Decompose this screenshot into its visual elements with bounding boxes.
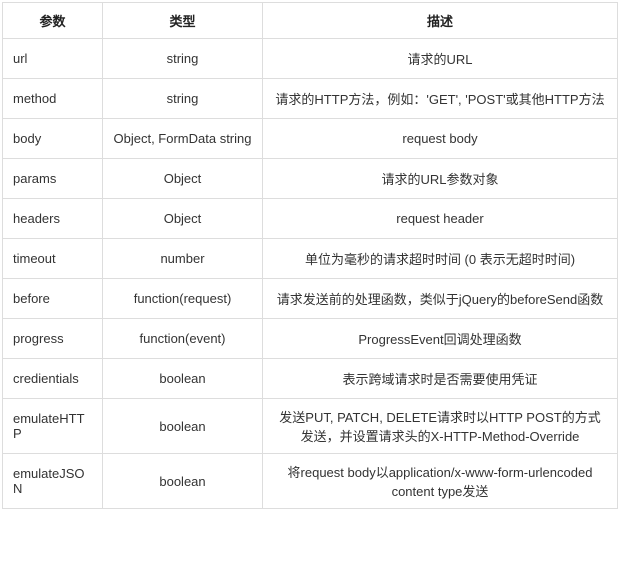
cell-desc: 请求发送前的处理函数，类似于jQuery的beforeSend函数 (263, 279, 618, 319)
cell-type: number (103, 239, 263, 279)
table-row: emulateHTTPboolean发送PUT, PATCH, DELETE请求… (3, 399, 618, 454)
table-row: bodyObject, FormData stringrequest body (3, 119, 618, 159)
cell-param: before (3, 279, 103, 319)
cell-type: function(event) (103, 319, 263, 359)
cell-param: timeout (3, 239, 103, 279)
cell-desc: 将request body以application/x-www-form-url… (263, 454, 618, 509)
cell-param: method (3, 79, 103, 119)
table-row: progressfunction(event)ProgressEvent回调处理… (3, 319, 618, 359)
cell-type: string (103, 79, 263, 119)
table-row: paramsObject请求的URL参数对象 (3, 159, 618, 199)
cell-desc: 发送PUT, PATCH, DELETE请求时以HTTP POST的方式发送，并… (263, 399, 618, 454)
header-type: 类型 (103, 3, 263, 39)
header-param: 参数 (3, 3, 103, 39)
cell-type: boolean (103, 399, 263, 454)
cell-type: boolean (103, 359, 263, 399)
cell-type: Object, FormData string (103, 119, 263, 159)
cell-param: emulateHTTP (3, 399, 103, 454)
cell-param: headers (3, 199, 103, 239)
cell-desc: 请求的URL (263, 39, 618, 79)
cell-desc: 表示跨域请求时是否需要使用凭证 (263, 359, 618, 399)
table-row: timeoutnumber单位为毫秒的请求超时时间 (0 表示无超时时间) (3, 239, 618, 279)
cell-desc: request header (263, 199, 618, 239)
cell-desc: ProgressEvent回调处理函数 (263, 319, 618, 359)
cell-type: function(request) (103, 279, 263, 319)
params-table: 参数 类型 描述 urlstring请求的URLmethodstring请求的H… (2, 2, 618, 509)
table-row: methodstring请求的HTTP方法，例如：'GET', 'POST'或其… (3, 79, 618, 119)
table-row: emulateJSONboolean将request body以applicat… (3, 454, 618, 509)
table-row: credientialsboolean表示跨域请求时是否需要使用凭证 (3, 359, 618, 399)
table-header-row: 参数 类型 描述 (3, 3, 618, 39)
cell-param: url (3, 39, 103, 79)
cell-type: string (103, 39, 263, 79)
cell-desc: 请求的URL参数对象 (263, 159, 618, 199)
cell-param: progress (3, 319, 103, 359)
cell-param: emulateJSON (3, 454, 103, 509)
cell-desc: request body (263, 119, 618, 159)
cell-type: Object (103, 199, 263, 239)
table-row: urlstring请求的URL (3, 39, 618, 79)
cell-type: Object (103, 159, 263, 199)
table-row: headersObjectrequest header (3, 199, 618, 239)
cell-param: credientials (3, 359, 103, 399)
cell-desc: 请求的HTTP方法，例如：'GET', 'POST'或其他HTTP方法 (263, 79, 618, 119)
cell-type: boolean (103, 454, 263, 509)
cell-param: body (3, 119, 103, 159)
header-desc: 描述 (263, 3, 618, 39)
table-row: beforefunction(request)请求发送前的处理函数，类似于jQu… (3, 279, 618, 319)
cell-param: params (3, 159, 103, 199)
cell-desc: 单位为毫秒的请求超时时间 (0 表示无超时时间) (263, 239, 618, 279)
